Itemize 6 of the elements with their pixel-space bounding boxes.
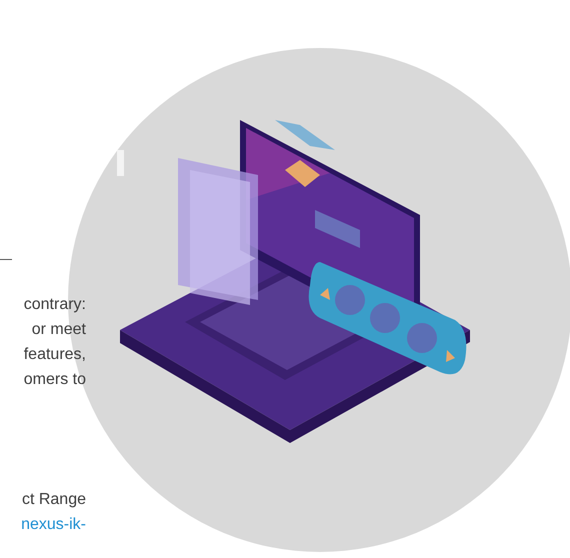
paragraph-line: ct Range	[22, 490, 86, 510]
paragraph-line: omers to	[24, 370, 86, 390]
paragraph-line: or meet	[32, 320, 86, 340]
link[interactable]: nexus-ik-	[21, 512, 86, 537]
paragraph-line: contrary:	[24, 295, 86, 315]
paragraph-line: features,	[24, 345, 86, 365]
